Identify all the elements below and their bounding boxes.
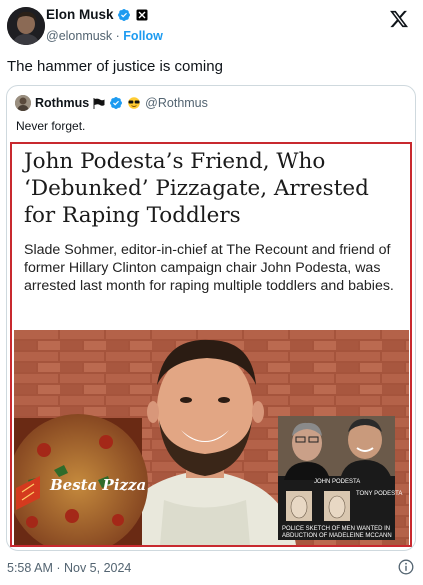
quoted-author-handle[interactable]: @Rothmus xyxy=(145,96,208,110)
pizza-caption: Besta Pizza xyxy=(49,476,146,494)
tweet-timestamp[interactable]: 5:58 AM · Nov 5, 2024 xyxy=(7,561,131,575)
author-handle-row: @elonmusk · Follow xyxy=(46,29,163,43)
pizza-inset: Besta Pizza xyxy=(14,414,148,545)
x-logo-icon[interactable] xyxy=(389,9,409,29)
tweet-text: The hammer of justice is coming xyxy=(7,58,223,75)
quoted-tweet-header: Rothmus @Rothmus xyxy=(15,95,208,111)
label-tony-podesta: TONY PODESTA xyxy=(356,491,402,497)
author-avatar[interactable] xyxy=(7,7,45,45)
sketch-caption-line-2: ABDUCTION OF MADELEINE MCCANN xyxy=(282,533,392,539)
article-photo: Besta Pizza JOHN PODESTA TONY PODESTA PO… xyxy=(14,330,409,545)
quoted-author-name[interactable]: Rothmus xyxy=(35,96,89,110)
author-handle[interactable]: @elonmusk xyxy=(46,29,112,43)
x-affiliate-badge-icon xyxy=(136,9,148,20)
follow-button[interactable]: Follow xyxy=(123,29,163,43)
article-subheadline: Slade Sohmer, editor-in-chief at The Rec… xyxy=(24,242,394,294)
podesta-inset: JOHN PODESTA TONY PODESTA POLICE SKETCH … xyxy=(278,416,402,540)
quoted-author-avatar[interactable] xyxy=(15,95,31,111)
tweet-header: Elon Musk @elonmusk · Follow xyxy=(0,0,423,50)
article-image[interactable]: John Podesta’s Friend, Who ‘Debunked’ Pi… xyxy=(10,142,412,547)
label-john-podesta: JOHN PODESTA xyxy=(314,479,360,485)
verified-badge-icon xyxy=(117,8,130,21)
sketch-caption-line-1: POLICE SKETCH OF MEN WANTED IN xyxy=(282,526,390,532)
handle-separator: · xyxy=(112,29,124,43)
quoted-tweet[interactable]: Rothmus @Rothmus Never forget. John Pode… xyxy=(6,85,416,551)
sunglasses-emoji-icon xyxy=(128,97,140,109)
article-headline: John Podesta’s Friend, Who ‘Debunked’ Pi… xyxy=(24,149,369,228)
info-icon[interactable] xyxy=(398,559,414,575)
flag-emoji-icon xyxy=(93,97,105,109)
author-name[interactable]: Elon Musk xyxy=(46,7,114,22)
quoted-tweet-text: Never forget. xyxy=(16,119,86,133)
quoted-verified-badge-icon xyxy=(110,97,123,109)
